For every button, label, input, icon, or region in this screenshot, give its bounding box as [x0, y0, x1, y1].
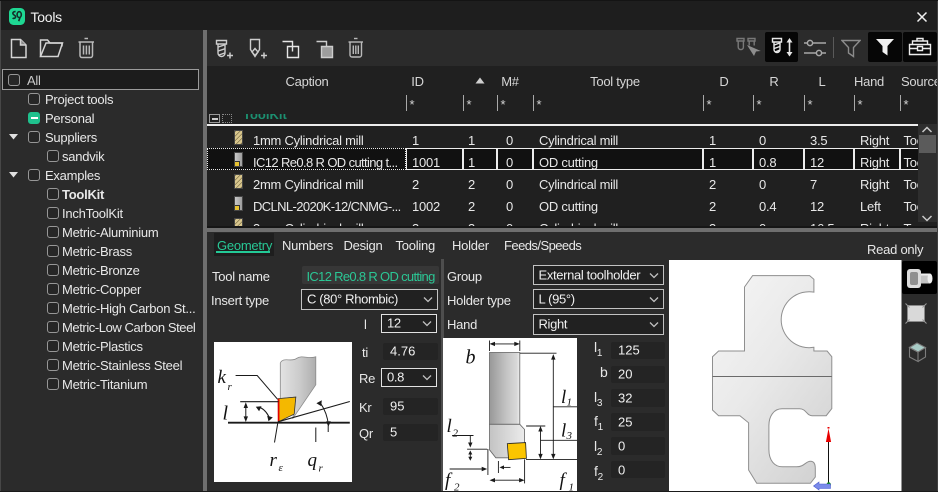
svg-text:2: 2 — [453, 428, 459, 440]
svg-text:l: l — [447, 416, 452, 437]
svg-text:k: k — [218, 367, 227, 388]
svg-text:q: q — [308, 450, 318, 471]
svg-text:r: r — [228, 381, 233, 393]
svg-text:3: 3 — [566, 430, 573, 442]
svg-text:r: r — [319, 463, 324, 475]
svg-text:r: r — [270, 450, 278, 471]
svg-text:l: l — [561, 421, 566, 442]
svg-text:1: 1 — [567, 397, 573, 409]
svg-text:l: l — [561, 387, 566, 408]
svg-text:l: l — [223, 403, 229, 425]
svg-text:ε: ε — [279, 462, 284, 474]
svg-text:b: b — [466, 347, 476, 369]
